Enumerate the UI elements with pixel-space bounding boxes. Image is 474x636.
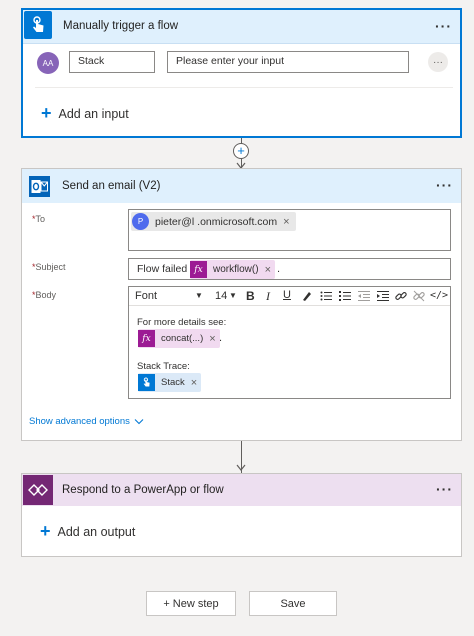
- subject-suffix: .: [277, 263, 281, 275]
- remove-link-icon[interactable]: [413, 290, 425, 305]
- decrease-indent-icon[interactable]: [358, 290, 370, 305]
- size-dropdown-icon[interactable]: ▼: [229, 291, 237, 300]
- subject-field[interactable]: Flow failed fx workflow() × .: [128, 258, 451, 280]
- recipient-token[interactable]: P pieter@l .onmicrosoft.com ×: [131, 212, 296, 231]
- code-view-icon[interactable]: </>: [430, 290, 448, 301]
- add-output-button[interactable]: + Add an output: [40, 521, 135, 542]
- add-input-label: Add an input: [58, 106, 129, 121]
- remove-stack-token-icon[interactable]: ×: [185, 377, 201, 389]
- italic-icon[interactable]: I: [266, 289, 270, 304]
- body-line-stack: Stack Trace:: [137, 361, 190, 372]
- subject-label: *Subject: [32, 262, 66, 272]
- powerapps-icon: [23, 475, 53, 505]
- subject-expression-token[interactable]: fx workflow() ×: [190, 260, 275, 279]
- show-advanced-options-link[interactable]: Show advanced options: [29, 416, 144, 427]
- add-input-button[interactable]: + Add an input: [41, 103, 129, 124]
- bold-icon[interactable]: B: [246, 289, 255, 303]
- concat-suffix: .: [219, 332, 223, 344]
- remove-concat-token-icon[interactable]: ×: [203, 333, 219, 345]
- body-line-details: For more details see:: [137, 317, 227, 328]
- respond-more-icon[interactable]: ···: [436, 481, 453, 497]
- input-name-field[interactable]: Stack: [69, 51, 155, 73]
- body-concat-token[interactable]: fx concat(...) ×: [138, 329, 220, 348]
- send-email-title: Send an email (V2): [62, 180, 161, 192]
- plus-icon: +: [41, 103, 52, 123]
- chevron-down-icon: [134, 419, 144, 425]
- to-field[interactable]: P pieter@l .onmicrosoft.com ×: [128, 209, 451, 251]
- subject-token-label: workflow(): [213, 264, 259, 275]
- body-label: *Body: [32, 290, 57, 300]
- arrow-down-icon: [236, 462, 246, 472]
- concat-token-label: concat(...): [161, 333, 204, 344]
- recipient-avatar: P: [132, 213, 149, 230]
- insert-step-plus-icon[interactable]: +: [233, 143, 249, 159]
- divider: [35, 87, 453, 88]
- advanced-options-label: Show advanced options: [29, 416, 130, 427]
- trigger-card[interactable]: Manually trigger a flow ··· AA Stack Ple…: [21, 8, 462, 138]
- trigger-card-header[interactable]: Manually trigger a flow ···: [23, 10, 460, 44]
- bulleted-list-icon[interactable]: [320, 290, 332, 305]
- font-size-select[interactable]: 14: [215, 290, 227, 302]
- remove-recipient-icon[interactable]: ×: [277, 216, 293, 228]
- increase-indent-icon[interactable]: [377, 290, 389, 305]
- respond-title: Respond to a PowerApp or flow: [62, 484, 224, 496]
- send-email-card[interactable]: Send an email (V2) ··· *To P pieter@l .o…: [21, 168, 462, 441]
- input-row-more-icon[interactable]: ···: [428, 52, 448, 72]
- body-toolbar: Font ▼ 14 ▼ B I U </>: [129, 287, 450, 306]
- font-dropdown-icon[interactable]: ▼: [195, 291, 203, 300]
- touch-icon: [138, 374, 155, 391]
- insert-link-icon[interactable]: [395, 290, 407, 305]
- add-output-label: Add an output: [57, 524, 136, 539]
- underline-icon[interactable]: U: [283, 289, 291, 301]
- input-placeholder-field[interactable]: Please enter your input: [167, 51, 409, 73]
- trigger-title: Manually trigger a flow: [63, 20, 179, 32]
- outlook-icon: [29, 176, 50, 197]
- plus-icon: +: [40, 521, 51, 541]
- numbered-list-icon[interactable]: [339, 290, 351, 305]
- body-stack-token[interactable]: Stack ×: [138, 373, 202, 392]
- send-email-more-icon[interactable]: ···: [436, 177, 453, 193]
- stack-token-label: Stack: [161, 377, 185, 388]
- input-type-avatar: AA: [37, 52, 59, 74]
- trigger-more-icon[interactable]: ···: [435, 18, 452, 34]
- subject-prefix: Flow failed: [137, 263, 188, 275]
- respond-header[interactable]: Respond to a PowerApp or flow ···: [22, 474, 461, 506]
- fx-icon: fx: [138, 330, 155, 347]
- font-select[interactable]: Font: [135, 290, 157, 302]
- fx-icon: fx: [190, 261, 207, 278]
- to-label: *To: [32, 214, 46, 224]
- font-color-icon[interactable]: [301, 290, 313, 305]
- respond-card[interactable]: Respond to a PowerApp or flow ··· + Add …: [21, 473, 462, 557]
- body-editor[interactable]: Font ▼ 14 ▼ B I U </> For more details s…: [128, 286, 451, 399]
- touch-icon: [24, 11, 52, 39]
- remove-subject-token-icon[interactable]: ×: [259, 264, 275, 276]
- new-step-button[interactable]: + New step: [146, 591, 236, 616]
- save-button[interactable]: Save: [249, 591, 337, 616]
- recipient-email: pieter@l .onmicrosoft.com: [155, 215, 278, 228]
- send-email-header[interactable]: Send an email (V2) ···: [22, 169, 461, 203]
